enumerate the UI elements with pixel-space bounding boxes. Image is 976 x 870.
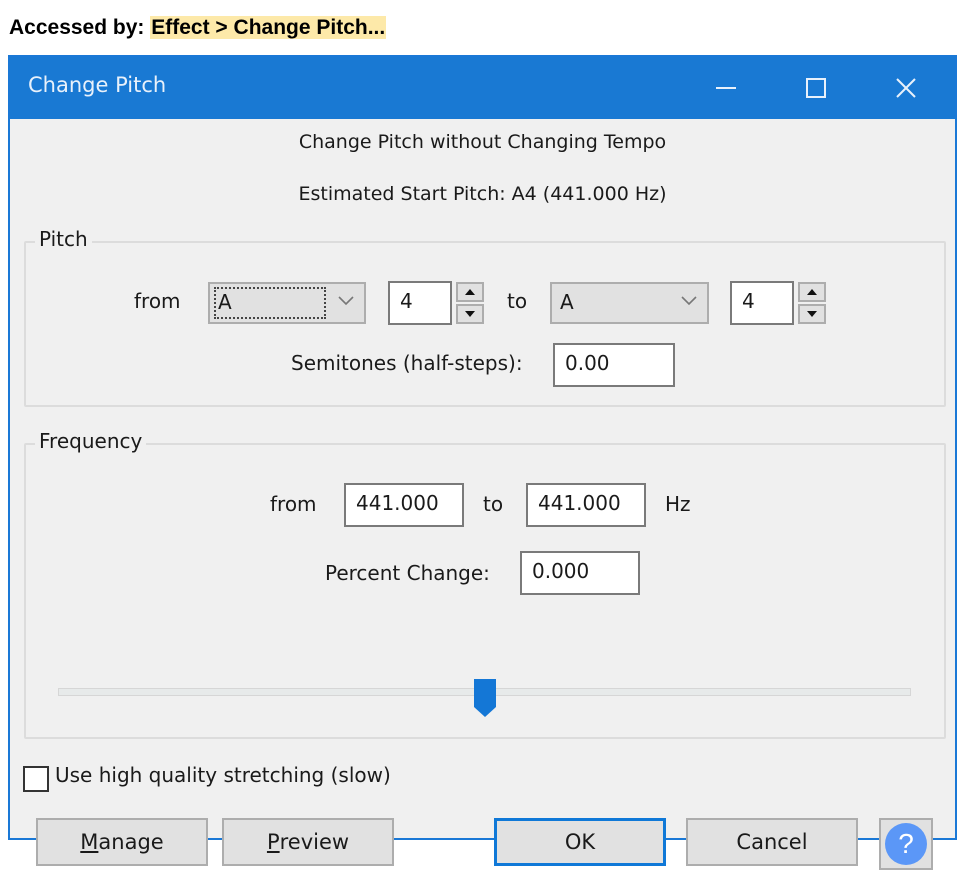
cancel-button[interactable]: Cancel xyxy=(686,818,858,866)
help-button[interactable]: ? xyxy=(879,818,933,870)
from-octave-up-button[interactable] xyxy=(456,282,484,302)
from-note-dropdown[interactable]: A xyxy=(208,282,366,324)
maximize-icon xyxy=(806,78,826,98)
title-bar[interactable]: Change Pitch xyxy=(10,57,955,119)
to-octave-up-button[interactable] xyxy=(798,282,826,302)
semitones-label: Semitones (half-steps): xyxy=(291,351,523,375)
manage-label: anage xyxy=(98,830,164,854)
percent-change-input[interactable]: 0.000 xyxy=(520,551,640,595)
frequency-from-input[interactable]: 441.000 xyxy=(344,483,464,527)
frequency-from-label: from xyxy=(270,492,317,516)
frequency-to-input[interactable]: 441.000 xyxy=(526,483,646,527)
manage-mnemonic: M xyxy=(80,830,99,854)
window-title: Change Pitch xyxy=(28,73,167,97)
arrow-down-icon xyxy=(465,311,475,317)
preview-mnemonic: P xyxy=(266,830,280,854)
close-button[interactable] xyxy=(862,57,950,119)
high-quality-label[interactable]: Use high quality stretching (slow) xyxy=(55,763,391,787)
minimize-button[interactable] xyxy=(682,57,770,119)
semitones-input[interactable]: 0.00 xyxy=(553,343,675,387)
arrow-up-icon xyxy=(465,289,475,295)
arrow-down-icon xyxy=(807,311,817,317)
minimize-icon xyxy=(716,87,736,89)
preview-label: review xyxy=(279,830,350,854)
close-icon xyxy=(896,78,916,98)
ok-button[interactable]: OK xyxy=(494,818,666,866)
pitch-from-label: from xyxy=(134,289,181,313)
chevron-down-icon xyxy=(681,296,697,306)
percent-change-slider-thumb[interactable] xyxy=(473,678,497,718)
preview-button[interactable]: Preview xyxy=(222,818,394,866)
chevron-down-icon xyxy=(338,296,354,306)
frequency-group-label: Frequency xyxy=(35,429,147,453)
manage-button[interactable]: Manage xyxy=(36,818,208,866)
frequency-unit-label: Hz xyxy=(665,492,691,516)
pitch-group xyxy=(24,241,946,407)
change-pitch-dialog: Change Pitch Change Pitch without Changi… xyxy=(8,55,957,870)
percent-change-label: Percent Change: xyxy=(325,561,490,585)
to-note-value: A xyxy=(560,290,574,314)
high-quality-checkbox[interactable] xyxy=(23,766,49,792)
dialog-content: Change Pitch without Changing Tempo Esti… xyxy=(10,119,955,870)
frequency-to-label: to xyxy=(483,492,504,516)
dialog-subtitle: Change Pitch without Changing Tempo xyxy=(298,131,667,153)
caption-menu-path: Effect > Change Pitch... xyxy=(150,16,387,39)
caption-prefix: Accessed by: xyxy=(9,16,151,39)
accessed-by-caption: Accessed by: Effect > Change Pitch... xyxy=(9,16,387,40)
arrow-up-icon xyxy=(807,289,817,295)
help-icon: ? xyxy=(885,823,927,865)
to-octave-down-button[interactable] xyxy=(798,304,826,324)
pitch-group-label: Pitch xyxy=(35,227,92,251)
to-octave-input[interactable]: 4 xyxy=(730,281,794,325)
to-note-dropdown[interactable]: A xyxy=(550,282,709,324)
from-note-value: A xyxy=(218,290,232,314)
from-octave-down-button[interactable] xyxy=(456,304,484,324)
estimated-start-pitch: Estimated Start Pitch: A4 (441.000 Hz) xyxy=(298,183,667,205)
pitch-to-label: to xyxy=(507,289,528,313)
maximize-button[interactable] xyxy=(772,57,860,119)
from-octave-input[interactable]: 4 xyxy=(388,281,452,325)
